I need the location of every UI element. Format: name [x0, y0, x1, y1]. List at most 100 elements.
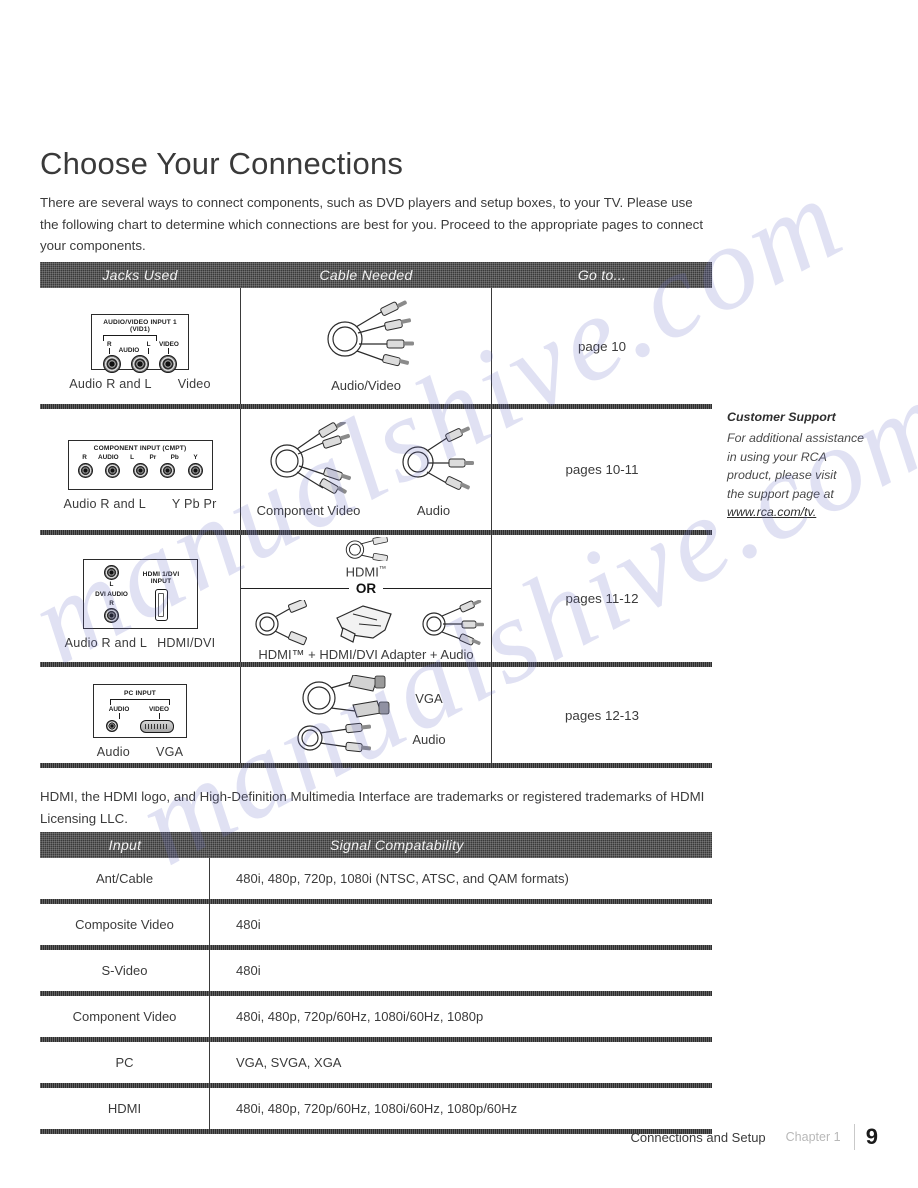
jacks-used-cell: PC INPUT AUDIO VIDEO Audio VGA: [40, 667, 240, 763]
or-separator: OR: [241, 581, 491, 596]
column-header-jacks-used: Jacks Used: [102, 267, 178, 283]
jacks-caption-left: Audio R and L: [63, 497, 146, 511]
jack-label-r: R: [82, 454, 87, 461]
page-reference: page 10: [577, 338, 627, 354]
signal-label: VGA, SVGA, XGA: [236, 1055, 342, 1070]
pc-audio-jack: [106, 720, 118, 732]
footer-page-number: 9: [865, 1124, 878, 1149]
table-row: L DVI AUDIO R HDMI 1/DVI INPUT Audio R a…: [40, 535, 712, 662]
input-cell: Ant/Cable: [40, 858, 210, 899]
or-label: OR: [355, 581, 377, 596]
jack-label-l: L: [109, 581, 114, 588]
jack-label-video: VIDEO: [159, 340, 179, 348]
customer-support-sidebar: Customer Support For additional assistan…: [727, 410, 877, 522]
pc-audio-cable-illustration: [297, 722, 372, 753]
hdmi-cable-illustration: [345, 537, 388, 561]
table-row: COMPONENT INPUT (CMPT) R AUDIO L Pr Pb Y: [40, 409, 712, 530]
column-header-go-to: Go to...: [577, 267, 627, 283]
input-label: Ant/Cable: [95, 871, 154, 886]
rca-jack-y: [187, 463, 203, 478]
intro-paragraph: There are several ways to connect compon…: [40, 195, 704, 253]
page-title: Choose Your Connections: [40, 146, 404, 181]
panel-subtitle: (VID1): [130, 325, 150, 333]
jacks-caption: Audio R and L Y Pb Pr: [64, 497, 217, 511]
jack-label-pr: Pr: [149, 454, 157, 461]
signal-label: 480i, 480p, 720p, 1080i (NTSC, ATSC, and…: [236, 871, 569, 886]
cable-needed-cell: HDMI™ OR HDMI™ + HDMI/DVI Adapter + Audi…: [240, 535, 492, 662]
input-label: PC: [115, 1055, 134, 1070]
input-label: Composite Video: [75, 917, 174, 932]
jack-label-l: L: [130, 454, 135, 461]
table-row: AUDIO/VIDEO INPUT 1 (VID1) R AUDIO L VID…: [40, 288, 712, 404]
jack-label-l: L: [146, 340, 151, 348]
connections-table: Jacks Used Cable Needed Go to... AUDIO/V…: [40, 262, 712, 768]
rca-jack-dvi-audio-l: [104, 565, 119, 580]
panel-title: PC INPUT: [124, 689, 156, 697]
rca-jack-red: [103, 354, 121, 373]
row-separator: [40, 1129, 712, 1134]
jacks-used-cell: COMPONENT INPUT (CMPT) R AUDIO L Pr Pb Y: [40, 409, 240, 530]
table-row: Component Video 480i, 480p, 720p/60Hz, 1…: [40, 996, 712, 1037]
signal-cell: 480i, 480p, 720p, 1080i (NTSC, ATSC, and…: [210, 858, 712, 899]
sidebar-line: For additional assistance: [727, 431, 865, 445]
jack-label-audio: AUDIO: [118, 346, 140, 354]
footer-chapter-label: Chapter 1: [785, 1130, 841, 1144]
sidebar-line: in using your RCA: [727, 449, 827, 464]
cable-needed-cell: Component Video Audio: [240, 409, 492, 530]
signal-label: 480i: [236, 917, 261, 932]
signal-label: 480i, 480p, 720p/60Hz, 1080i/60Hz, 1080p: [236, 1009, 484, 1024]
footer-divider: [853, 1124, 855, 1150]
hdmi-dvi-adapter-illustration: [336, 605, 392, 643]
av-cable-illustration: [327, 300, 414, 367]
trademark-note: HDMI, the HDMI logo, and High-Definition…: [40, 789, 705, 826]
table-row: Ant/Cable 480i, 480p, 720p, 1080i (NTSC,…: [40, 858, 712, 899]
jacks-caption: Audio R and L HDMI/DVI: [65, 636, 216, 650]
jack-label-audio: AUDIO: [108, 705, 130, 713]
cable-caption: Audio: [416, 502, 451, 518]
input-label: Component Video: [72, 1009, 177, 1024]
jack-label-pb: Pb: [170, 454, 179, 461]
footer-section-title: Connections and Setup: [630, 1129, 766, 1145]
jack-label-audio: AUDIO: [98, 454, 119, 461]
cable-caption-hdmi-dvi-adapter: HDMI™ + HDMI/DVI Adapter + Audio: [258, 647, 474, 662]
sidebar-line: the support page at: [727, 486, 834, 501]
input-label: HDMI: [107, 1101, 142, 1116]
cable-caption-hdmi: HDMI™: [345, 563, 387, 579]
jacks-caption-right: HDMI/DVI: [157, 636, 216, 650]
jacks-used-cell: AUDIO/VIDEO INPUT 1 (VID1) R AUDIO L VID…: [40, 288, 240, 404]
table-row: PC VGA, SVGA, XGA: [40, 1042, 712, 1083]
jacks-caption-right: Video: [177, 376, 211, 391]
component-video-cable-illustration: [269, 421, 351, 494]
table-row: S-Video 480i: [40, 950, 712, 991]
rca-jack-audio-l: [105, 463, 120, 478]
cable-caption: Audio/Video: [331, 378, 401, 393]
page-footer: Connections and Setup Chapter 1 9: [630, 1124, 878, 1150]
sidebar-line: product, please visit: [727, 468, 837, 482]
jacks-caption-right: VGA: [156, 744, 184, 759]
audio-cable-illustration: [401, 426, 474, 490]
audio-cable-illustration: [422, 600, 484, 646]
cable-needed-cell: Audio/Video: [240, 288, 492, 404]
rca-jack-dvi-audio-r: [104, 608, 119, 623]
hdmi-port: [154, 589, 168, 621]
rca-jack-video: [159, 354, 177, 373]
cable-caption: Component Video: [256, 502, 361, 518]
rca-jack-white: [131, 354, 149, 373]
jack-panel-av-input1: AUDIO/VIDEO INPUT 1 (VID1) R AUDIO L VID…: [91, 313, 189, 373]
panel-subtitle: DVI AUDIO: [95, 591, 128, 598]
jacks-caption-left: Audio R and L: [64, 636, 148, 650]
jacks-caption: Audio VGA: [97, 745, 183, 759]
jack-panel-pc-input: PC INPUT AUDIO VIDEO: [93, 683, 187, 738]
signal-cell: VGA, SVGA, XGA: [210, 1042, 712, 1083]
panel-title: AUDIO/VIDEO INPUT 1: [103, 318, 177, 326]
input-cell: PC: [40, 1042, 210, 1083]
support-url-link[interactable]: www.rca.com/tv.: [727, 503, 816, 522]
rca-jack-audio-r: [77, 463, 93, 478]
column-header-cable-needed: Cable Needed: [319, 267, 413, 283]
go-to-cell: pages 11-12: [492, 535, 712, 662]
jacks-caption-left: Audio: [96, 744, 130, 759]
signal-label: 480i: [236, 963, 261, 978]
sidebar-title: Customer Support: [727, 410, 836, 424]
jack-panel-component-input: COMPONENT INPUT (CMPT) R AUDIO L Pr Pb Y: [67, 440, 213, 490]
connections-table-header: Jacks Used Cable Needed Go to...: [40, 262, 712, 288]
